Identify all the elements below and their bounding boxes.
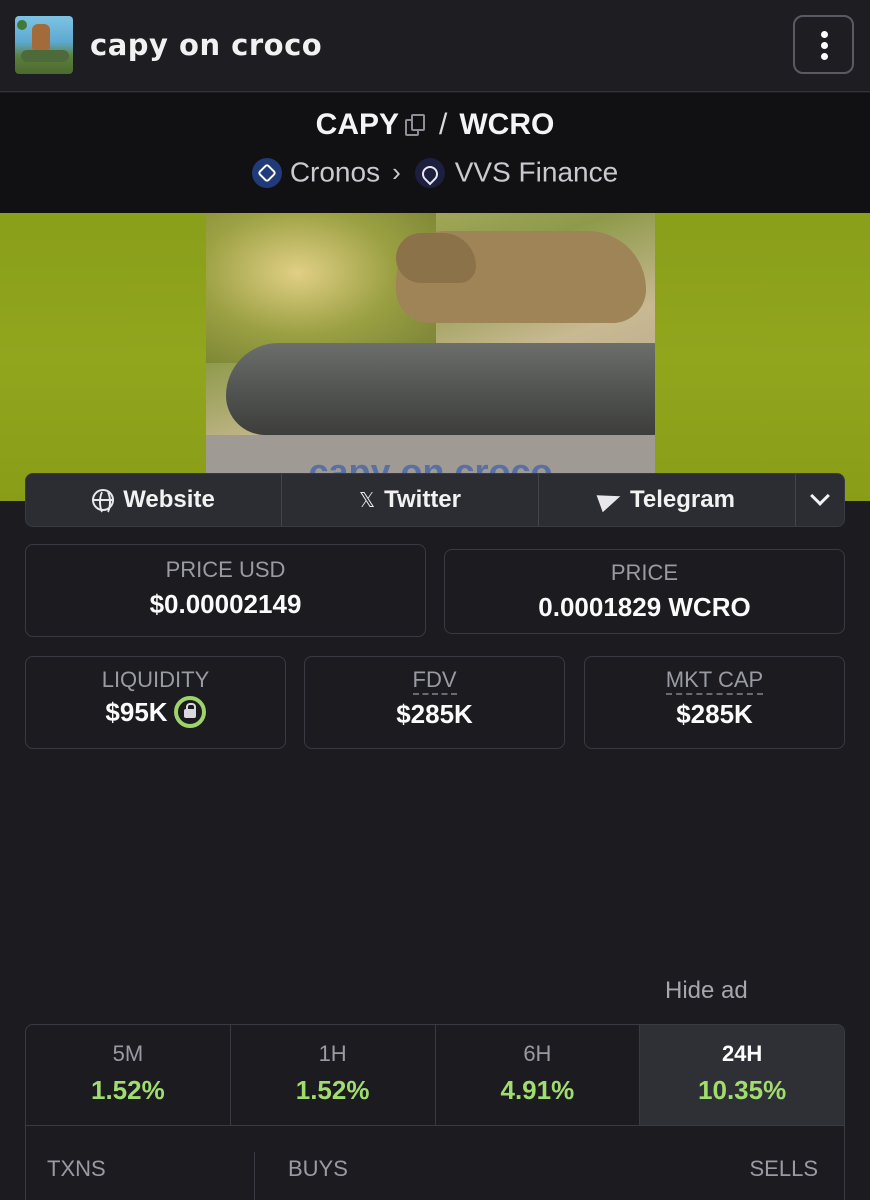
token-name: capy on croco (90, 28, 323, 62)
quote-symbol: WCRO (459, 108, 555, 142)
tab-label: 6H (523, 1041, 552, 1066)
timeframe-tabs: 5M 1.52% 1H 1.52% 6H 4.91% 24H 10.35% (26, 1025, 844, 1126)
telegram-link[interactable]: Telegram (539, 474, 796, 526)
telegram-label: Telegram (630, 486, 735, 513)
mkt-cap-card: MKT CAP $285K (584, 656, 845, 749)
x-icon: 𝕏 (358, 489, 376, 512)
mkt-cap-label[interactable]: MKT CAP (665, 667, 764, 695)
price-change: 4.91% (500, 1075, 575, 1105)
twitter-label: Twitter (384, 486, 461, 513)
capy-shape (32, 24, 50, 50)
social-links-bar: Website 𝕏 Twitter Telegram (25, 473, 845, 527)
capybara-head-shape (396, 233, 476, 283)
website-link[interactable]: Website (26, 474, 282, 526)
liquidity-card: LIQUIDITY $95K (25, 656, 286, 749)
tab-1h[interactable]: 1H 1.52% (231, 1025, 436, 1125)
price-usd-value: $0.00002149 (149, 589, 302, 619)
price-native-value: 0.0001829 WCRO (538, 592, 751, 622)
copy-icon[interactable] (405, 114, 427, 137)
tab-24h[interactable]: 24H 10.35% (640, 1025, 844, 1125)
menu-dot-icon (821, 42, 828, 49)
divider (254, 1152, 255, 1200)
website-label: Website (123, 486, 215, 513)
vvs-finance-icon (414, 157, 445, 188)
transactions-row: TXNS BUYS SELLS (26, 1126, 844, 1200)
fdv-card: FDV $285K (304, 656, 565, 749)
banner-caption: capy on croco (308, 451, 553, 475)
price-native-card: PRICE 0.0001829 WCRO (444, 549, 845, 634)
palm-shape (17, 20, 27, 30)
menu-dot-icon (821, 31, 828, 38)
more-links-button[interactable] (796, 474, 844, 526)
menu-dot-icon (821, 53, 828, 60)
liquidity-value: $95K (105, 697, 168, 727)
twitter-link[interactable]: 𝕏 Twitter (282, 474, 539, 526)
chevron-down-icon (810, 486, 830, 506)
pair-separator: / (439, 108, 448, 142)
buys-label: BUYS (288, 1156, 348, 1181)
breadcrumb: Cronos › VVS Finance (0, 155, 870, 189)
fdv-value: $285K (396, 699, 473, 729)
dex-link[interactable]: VVS Finance (455, 157, 618, 188)
mkt-cap-label-wrap: MKT CAP (585, 667, 844, 695)
cronos-icon (251, 157, 282, 188)
liquidity-label: LIQUIDITY (101, 667, 210, 692)
tab-6h[interactable]: 6H 4.91% (436, 1025, 641, 1125)
price-native-label: PRICE (610, 560, 679, 585)
token-banner: capy on croco (0, 213, 870, 501)
globe-icon (92, 489, 115, 515)
lock-icon[interactable] (173, 696, 206, 729)
token-logo (15, 16, 73, 74)
chevron-right-icon: › (392, 157, 401, 188)
tab-label: 24H (721, 1041, 763, 1066)
sells-label: SELLS (749, 1156, 819, 1181)
hide-ad-link[interactable]: Hide ad (665, 977, 748, 1005)
pair-title: CAPY / WCRO (0, 107, 870, 142)
base-symbol: CAPY (315, 108, 400, 142)
more-menu-button[interactable] (793, 15, 854, 74)
price-change: 1.52% (91, 1075, 165, 1105)
tab-label: 1H (318, 1041, 347, 1066)
tab-label: 5M (112, 1041, 144, 1066)
telegram-icon (596, 487, 624, 513)
top-bar: capy on croco (0, 0, 870, 92)
txns-label: TXNS (47, 1156, 106, 1181)
liquidity-row: $95K (26, 696, 285, 729)
banner-image: capy on croco (206, 213, 655, 475)
price-change: 10.35% (698, 1075, 787, 1105)
fdv-label[interactable]: FDV (412, 667, 457, 695)
tab-5m[interactable]: 5M 1.52% (26, 1025, 231, 1125)
mkt-cap-value: $285K (676, 699, 753, 729)
croco-shape (21, 50, 69, 62)
pair-header: CAPY / WCRO Cronos › VVS Finance (0, 93, 870, 213)
fdv-label-wrap: FDV (305, 667, 564, 695)
price-change: 1.52% (295, 1075, 370, 1105)
alligator-shape (226, 343, 655, 435)
chain-link[interactable]: Cronos (290, 157, 380, 188)
price-usd-label: PRICE USD (165, 557, 286, 582)
price-usd-card: PRICE USD $0.00002149 (25, 544, 426, 637)
performance-panel: 5M 1.52% 1H 1.52% 6H 4.91% 24H 10.35% TX… (25, 1024, 845, 1200)
